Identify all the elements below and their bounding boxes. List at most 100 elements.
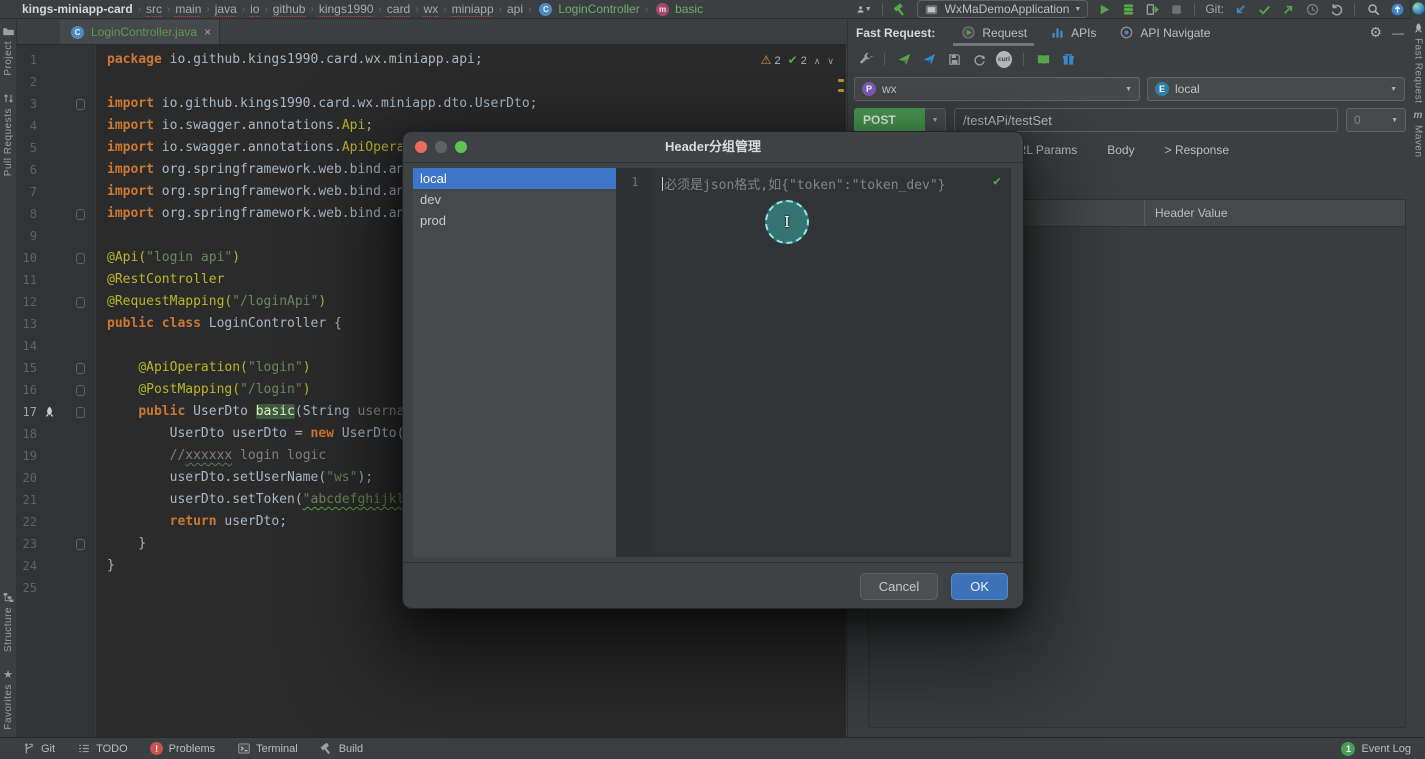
code-text: userDto.setUserName("ws"); [91, 467, 373, 489]
toolwindow-button-maven[interactable]: mMaven [1412, 109, 1425, 158]
close-icon[interactable]: × [204, 25, 211, 39]
fold-slot [61, 99, 91, 110]
breadcrumb-item-src[interactable]: src [146, 2, 162, 16]
breadcrumb-item-io[interactable]: io [250, 2, 259, 16]
toolwindow-button-structure[interactable]: Structure [2, 591, 15, 652]
toolwindow-button-favorites[interactable]: ★Favorites [2, 668, 15, 730]
tab-label: APIs [1071, 26, 1096, 40]
minimize-icon[interactable]: — [1392, 26, 1404, 40]
fold-marker-icon[interactable] [76, 209, 85, 220]
run-icon[interactable] [1096, 1, 1112, 17]
fold-slot [61, 363, 91, 374]
gradle-ball-icon[interactable] [1410, 0, 1425, 16]
maximize-window-icon[interactable] [455, 141, 467, 153]
rocket-icon[interactable] [41, 404, 57, 420]
fast-request-tab-api-navigate[interactable]: API Navigate [1107, 19, 1221, 46]
subtab-response[interactable]: > Response [1165, 143, 1229, 157]
toolwindow-button-pull-requests[interactable]: Pull Requests [2, 92, 15, 176]
breadcrumb-item-main[interactable]: main [175, 2, 201, 16]
group-list-item-local[interactable]: local [413, 168, 616, 189]
breadcrumb-project[interactable]: kings-miniapp-card [22, 2, 133, 16]
hammer-icon[interactable] [893, 1, 909, 17]
breadcrumb-item-card[interactable]: card [387, 2, 410, 16]
gutter-slot [37, 404, 61, 420]
git-commit-icon[interactable] [1256, 1, 1272, 17]
project-select[interactable]: P wx ▼ [854, 77, 1140, 101]
line-number: 1 [17, 49, 37, 71]
breadcrumb-item-miniapp[interactable]: miniapp [452, 2, 494, 16]
editor-tab-logincontroller[interactable]: C LoginController.java × [60, 20, 220, 44]
search-icon[interactable] [1365, 1, 1381, 17]
wrench-icon[interactable] [857, 51, 873, 67]
git-push-icon[interactable] [1280, 1, 1296, 17]
redo-icon[interactable] [971, 51, 987, 67]
close-window-icon[interactable] [415, 141, 427, 153]
statusbar-item-git[interactable]: Git [22, 742, 55, 756]
breadcrumb-item-github[interactable]: github [273, 2, 306, 16]
fast-request-tab-request[interactable]: Request [949, 19, 1038, 46]
breadcrumb-item-kings1990[interactable]: kings1990 [319, 2, 374, 16]
fold-marker-icon[interactable] [76, 363, 85, 374]
url-input[interactable] [954, 108, 1338, 132]
env-select[interactable]: E local ▼ [1147, 77, 1405, 101]
fold-marker-icon[interactable] [76, 385, 85, 396]
minimize-window-icon[interactable] [435, 141, 447, 153]
statusbar-item-build[interactable]: Build [320, 742, 363, 756]
tab-label: API Navigate [1140, 26, 1210, 40]
statusbar-item-problems[interactable]: !Problems [150, 742, 215, 756]
statusbar-item-terminal[interactable]: Terminal [237, 742, 298, 756]
event-log-button[interactable]: 1 Event Log [1341, 742, 1425, 756]
breadcrumb-separator: › [414, 4, 419, 15]
method-select[interactable]: POST ▼ [854, 108, 946, 132]
rollback-icon[interactable] [1328, 1, 1344, 17]
fast-request-tab-apis[interactable]: APIs [1038, 19, 1107, 46]
fold-marker-icon[interactable] [76, 539, 85, 550]
group-value-editor[interactable]: 必须是json格式,如{"token":"token_dev"} ✔ [654, 168, 1011, 557]
user-icon[interactable]: ▼ [856, 1, 872, 17]
warning-stripe-mark[interactable] [838, 79, 844, 82]
git-update-icon[interactable] [1232, 1, 1248, 17]
stop-icon[interactable] [1168, 1, 1184, 17]
fold-marker-icon[interactable] [76, 99, 85, 110]
code-token: import [107, 184, 154, 199]
chevron-down-icon[interactable]: ∨ [827, 50, 834, 72]
ok-button[interactable]: OK [951, 573, 1008, 600]
chevron-up-icon[interactable]: ∧ [814, 50, 821, 72]
code-text: import io.swagger.annotations.Api; [91, 115, 373, 137]
line-number: 9 [17, 225, 37, 247]
history-icon[interactable] [1304, 1, 1320, 17]
breadcrumb-item-wx[interactable]: wx [424, 2, 439, 16]
timeout-select[interactable]: 0 ▼ [1346, 108, 1406, 132]
toolwindow-button-fast-request[interactable]: Fast Request [1412, 22, 1425, 103]
cancel-button[interactable]: Cancel [860, 573, 938, 600]
run-config-select[interactable]: WxMaDemoApplication▼ [917, 0, 1089, 18]
docs-icon[interactable] [1035, 51, 1051, 67]
breadcrumb-item-api[interactable]: api [507, 2, 523, 16]
gear-icon[interactable]: ⚙ [1369, 24, 1382, 41]
statusbar-item-todo[interactable]: TODO [77, 742, 128, 756]
warning-stripe-mark[interactable] [838, 89, 844, 92]
breadcrumb-method[interactable]: basic [675, 2, 703, 16]
group-list-item-dev[interactable]: dev [413, 189, 616, 210]
fold-slot [61, 385, 91, 396]
gift-icon[interactable] [1060, 51, 1076, 67]
code-token: import [107, 118, 154, 133]
ide-update-icon[interactable] [1389, 1, 1405, 17]
code-token: // [107, 448, 185, 463]
debug-icon[interactable] [1120, 1, 1136, 17]
breadcrumb-item-java[interactable]: java [215, 2, 237, 16]
send-green-icon[interactable] [896, 51, 912, 67]
group-list-item-prod[interactable]: prod [413, 210, 616, 231]
send-blue-icon[interactable] [921, 51, 937, 67]
fold-marker-icon[interactable] [76, 253, 85, 264]
coverage-icon[interactable] [1144, 1, 1160, 17]
toolwindow-button-project[interactable]: Project [2, 25, 15, 76]
mouse-cursor-highlight: I [765, 200, 809, 244]
subtab-body[interactable]: Body [1107, 143, 1134, 157]
save-icon[interactable] [946, 51, 962, 67]
curl-icon[interactable]: curl [996, 51, 1012, 67]
fold-marker-icon[interactable] [76, 407, 85, 418]
breadcrumb-class[interactable]: LoginController [558, 2, 639, 16]
fold-marker-icon[interactable] [76, 297, 85, 308]
breadcrumb-separator: › [527, 4, 532, 15]
